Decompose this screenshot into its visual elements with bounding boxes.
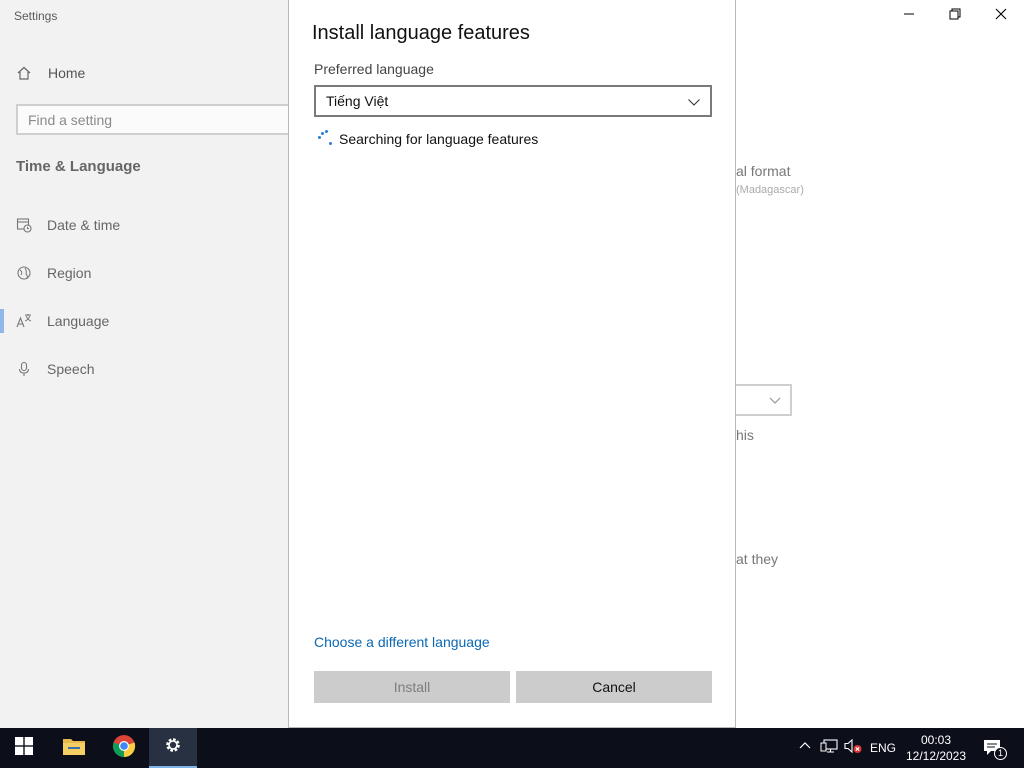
restore-button[interactable] (932, 0, 978, 32)
search-box[interactable] (16, 104, 296, 135)
tray-notifications[interactable]: 1 (978, 728, 1008, 768)
preferred-language-select[interactable]: Tiếng Việt (314, 85, 712, 117)
chevron-down-icon (687, 95, 701, 112)
status-text: Searching for language features (339, 131, 539, 147)
taskbar-file-explorer[interactable] (50, 728, 98, 768)
background-dropdown[interactable] (736, 384, 792, 416)
calendar-clock-icon (16, 217, 32, 233)
sidebar-item-date-time[interactable]: Date & time (16, 214, 286, 236)
tray-network[interactable] (818, 728, 840, 768)
taskbar-chrome[interactable] (100, 728, 148, 768)
volume-muted-icon (843, 738, 863, 759)
regional-format-value: (Madagascar) (736, 184, 804, 196)
chevron-down-icon (768, 393, 782, 412)
sidebar-item-label: Speech (47, 361, 95, 377)
file-explorer-icon (62, 736, 86, 761)
cancel-button[interactable]: Cancel (516, 671, 712, 703)
microphone-icon (16, 361, 32, 377)
tray-clock[interactable]: 00:03 12/12/2023 (902, 728, 970, 768)
dialog-title: Install language features (312, 22, 530, 44)
sidebar-item-language[interactable]: Language (0, 309, 286, 333)
install-button[interactable]: Install (314, 671, 510, 703)
settings-icon (163, 735, 183, 760)
network-icon (820, 738, 838, 759)
sidebar: Settings Home Time & Language Date & tim… (0, 0, 296, 728)
sidebar-item-label: Date & time (47, 217, 121, 233)
searching-status: Searching for language features (317, 130, 538, 148)
background-text-fragment: his (736, 427, 754, 443)
clock-time: 00:03 (920, 733, 952, 747)
chevron-up-icon (799, 739, 811, 757)
notification-icon: 1 (982, 738, 1007, 760)
clock-date: 12/12/2023 (905, 749, 967, 763)
nav-home-label: Home (48, 65, 86, 81)
search-input[interactable] (18, 106, 294, 133)
close-icon (995, 7, 1007, 25)
chrome-icon (112, 734, 136, 763)
sidebar-item-label: Region (47, 265, 92, 281)
taskbar: ENG 00:03 12/12/2023 1 (0, 728, 1024, 768)
close-button[interactable] (978, 0, 1024, 32)
tray-volume[interactable] (842, 728, 864, 768)
language-icon (16, 313, 32, 329)
window-controls (886, 0, 1024, 32)
sidebar-item-label: Language (47, 313, 110, 329)
nav-home[interactable]: Home (16, 62, 85, 84)
minimize-icon (903, 7, 915, 25)
restore-icon (949, 7, 961, 25)
home-icon (16, 65, 32, 81)
tray-language[interactable]: ENG (870, 728, 896, 768)
tray-show-hidden[interactable] (796, 728, 814, 768)
regional-format-heading: al format (736, 163, 791, 179)
globe-icon (16, 265, 32, 281)
start-button[interactable] (0, 728, 48, 768)
start-icon (15, 736, 33, 760)
choose-different-language-link[interactable]: Choose a different language (314, 634, 490, 650)
minimize-button[interactable] (886, 0, 932, 32)
notification-count: 1 (994, 747, 1007, 760)
install-language-dialog: Install language features Preferred lang… (288, 0, 736, 728)
sidebar-item-speech[interactable]: Speech (16, 358, 286, 380)
section-title: Time & Language (16, 158, 141, 175)
loading-spinner-icon (317, 130, 335, 148)
selected-language: Tiếng Việt (326, 93, 389, 109)
preferred-language-label: Preferred language (314, 61, 434, 77)
sidebar-item-region[interactable]: Region (16, 262, 286, 284)
taskbar-settings[interactable] (149, 728, 197, 768)
app-title: Settings (14, 9, 58, 23)
background-text-fragment: at they (736, 551, 779, 567)
